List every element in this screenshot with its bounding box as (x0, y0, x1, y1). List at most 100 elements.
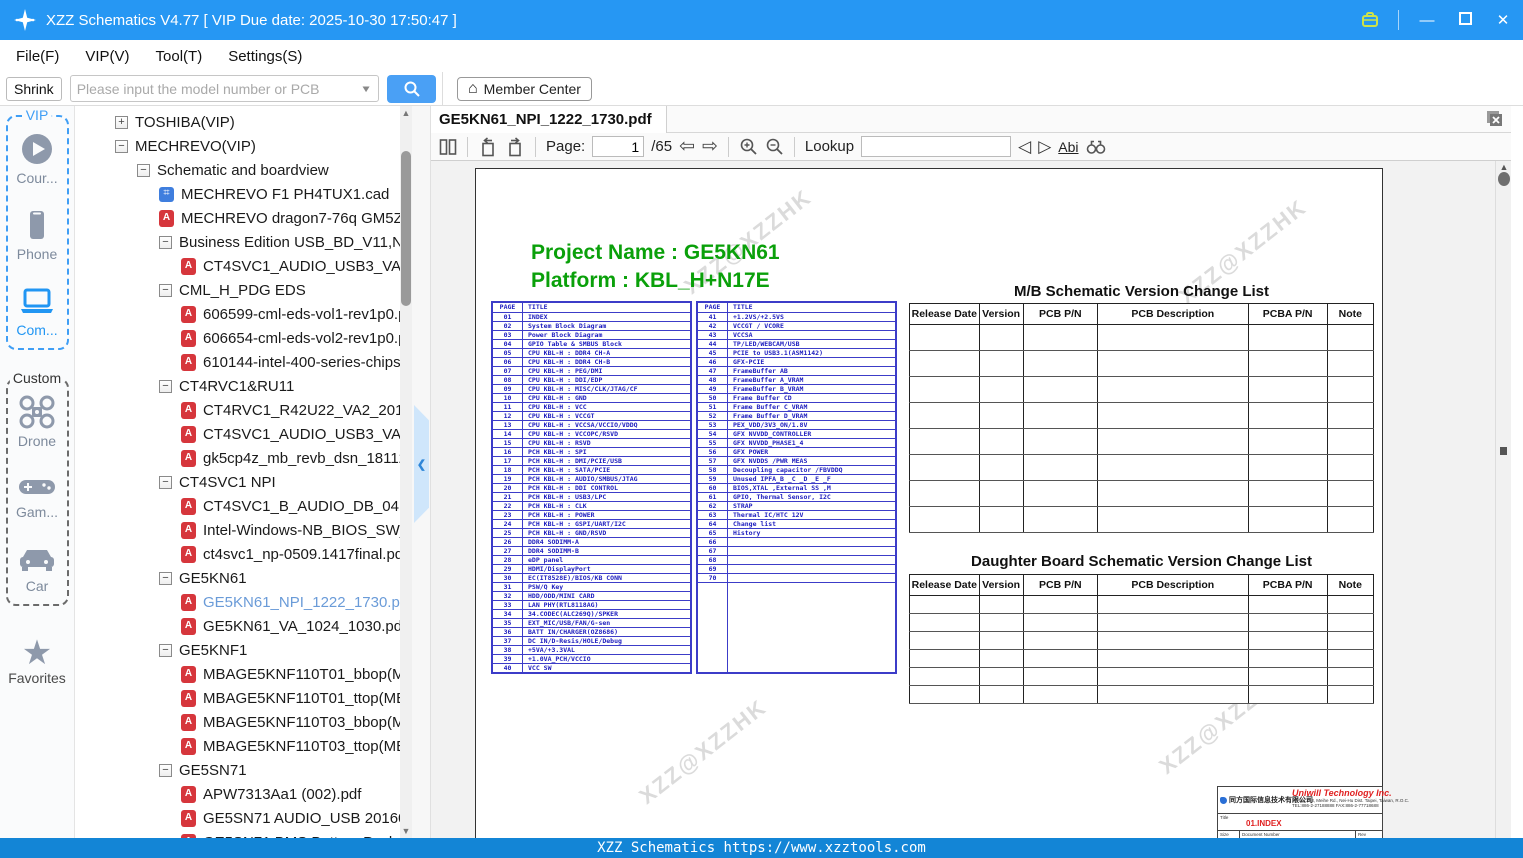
index-page-cell: 48 (698, 376, 728, 384)
zoom-out-icon[interactable] (765, 137, 784, 156)
tree-item[interactable]: 606654-cml-eds-vol2-rev1p0.pd (75, 326, 412, 350)
rail-item-cour[interactable]: Cour... (16, 131, 58, 186)
rail-item-drone[interactable]: Drone (16, 394, 58, 449)
find-next-icon[interactable]: ▷ (1038, 138, 1051, 155)
minimize-button[interactable]: — (1417, 12, 1437, 29)
collapse-icon[interactable]: − (159, 643, 172, 657)
change-table-row (909, 376, 1375, 403)
chevron-down-icon[interactable]: ▼ (360, 83, 372, 94)
tree-item[interactable]: GE5SN71 BMS Battery Pack spe (75, 830, 412, 838)
tree-item[interactable]: 610144-intel-400-series-chipset (75, 350, 412, 374)
zoom-in-icon[interactable] (739, 137, 758, 156)
tree-item[interactable]: APW7313Aa1 (002).pdf (75, 782, 412, 806)
index-page-cell: 68 (698, 556, 728, 564)
next-page-icon[interactable]: ⇨ (702, 137, 718, 156)
tree-folder[interactable]: − CT4SVC1 NPI (75, 470, 412, 494)
rotate-right-icon[interactable] (505, 136, 525, 157)
tree-item[interactable]: CT4SVC1_AUDIO_USB3_VA_2017 (75, 254, 412, 278)
maximize-button[interactable] (1455, 11, 1475, 29)
close-button[interactable]: ✕ (1493, 11, 1513, 29)
find-previous-icon[interactable]: ◁ (1018, 138, 1031, 155)
tree-folder[interactable]: − GE5KN61 (75, 566, 412, 590)
favorites-item[interactable]: ★ Favorites (8, 636, 66, 686)
tree-folder[interactable]: − Schematic and boardview (75, 158, 412, 182)
viewer-scrollbar-thumb[interactable] (1498, 172, 1510, 186)
collapse-icon[interactable]: − (115, 139, 128, 153)
change-table-header: PCB Description (1096, 574, 1249, 596)
tree-folder[interactable]: − GE5KNF1 (75, 638, 412, 662)
scroll-up-icon[interactable]: ▲ (400, 108, 412, 118)
tree-item[interactable]: MECHREVO dragon7-76q GM5ZGX (75, 206, 412, 230)
tree-folder[interactable]: + TOSHIBA(VIP) (75, 110, 412, 134)
rail-item-car[interactable]: Car (16, 543, 58, 594)
tree-item[interactable]: CT4SVC1_AUDIO_USB3_VA_2017 (75, 422, 412, 446)
index-page-cell: PAGE (493, 303, 523, 312)
search-button[interactable] (387, 74, 436, 103)
member-center-button[interactable]: ⌂ Member Center (457, 76, 592, 101)
menu-tool[interactable]: Tool(T) (156, 48, 203, 65)
tree-item[interactable]: GE5KN61_NPI_1222_1730.pdf (75, 590, 412, 614)
close-tab-icon[interactable] (1485, 110, 1503, 128)
shrink-button[interactable]: Shrink (6, 76, 62, 101)
viewer-scroll-up-icon[interactable]: ▲ (1496, 162, 1511, 172)
collapse-icon[interactable]: − (159, 283, 172, 297)
collapse-icon[interactable]: − (159, 235, 172, 249)
menu-settings[interactable]: Settings(S) (228, 48, 302, 65)
binoculars-icon[interactable] (1086, 138, 1106, 156)
tree-item[interactable]: 606599-cml-eds-vol1-rev1p0.pd (75, 302, 412, 326)
model-search-input[interactable] (76, 80, 361, 97)
platform-name: Platform : KBL_H+N17E (531, 269, 770, 292)
tree-item[interactable]: GE5SN71 AUDIO_USB 20160314 (75, 806, 412, 830)
tree-item[interactable]: MBAGE5KNF110T03_bbop(MBA (75, 710, 412, 734)
tree-item[interactable]: MBAGE5KNF110T03_ttop(MBA,( (75, 734, 412, 758)
index-row: 17 PCH KBL-H : DMI/PCIE/USB (493, 457, 690, 466)
collapse-icon[interactable]: − (159, 763, 172, 777)
index-page-cell: 19 (493, 475, 523, 483)
tree-folder[interactable]: − CML_H_PDG EDS (75, 278, 412, 302)
menu-file[interactable]: File(F) (16, 48, 59, 65)
tree-item[interactable]: GE5KN61_VA_1024_1030.pdf (75, 614, 412, 638)
pdf-tab[interactable]: GE5KN61_NPI_1222_1730.pdf (431, 105, 667, 133)
collapse-icon[interactable]: − (159, 379, 172, 393)
tree-item[interactable]: MBAGE5KNF110T01_ttop(MBA,( (75, 686, 412, 710)
index-page-cell: 04 (493, 340, 523, 348)
tree-folder[interactable]: − CT4RVC1&RU11 (75, 374, 412, 398)
rail-item-phone[interactable]: Phone (16, 207, 57, 262)
expand-icon[interactable]: + (115, 115, 128, 129)
tree-item[interactable]: CT4SVC1_B_AUDIO_DB_0419-TV (75, 494, 412, 518)
model-search-combo[interactable]: ▼ (69, 75, 379, 102)
index-row: 32 HDD/ODD/MINI CARD (493, 592, 690, 601)
tree-scrollbar[interactable]: ▲ ▼ (400, 106, 412, 838)
tree-item[interactable]: gk5cp4z_mb_revb_dsn_181126.p (75, 446, 412, 470)
previous-page-icon[interactable]: ⇦ (679, 137, 695, 156)
rail-item-gam[interactable]: Gam... (16, 473, 58, 520)
scroll-down-icon[interactable]: ▼ (400, 826, 412, 836)
page-number-input[interactable] (592, 136, 645, 157)
menu-vip[interactable]: VIP(V) (85, 48, 129, 65)
index-row: 64 Change list (698, 520, 895, 529)
tree-item[interactable]: CT4RVC1_R42U22_VA2_2017122 (75, 398, 412, 422)
tree-item-label: MECHREVO(VIP) (135, 137, 256, 155)
match-case-toggle[interactable]: Abi (1058, 139, 1078, 155)
briefcase-icon[interactable] (1360, 10, 1380, 30)
tree-item[interactable]: MBAGE5KNF110T01_bbop(MBA (75, 662, 412, 686)
tree-folder[interactable]: − GE5SN71 (75, 758, 412, 782)
index-page-cell: 66 (698, 538, 728, 546)
tree-scrollbar-thumb[interactable] (401, 151, 411, 306)
rail-item-com[interactable]: Com... (16, 283, 58, 338)
tree-folder[interactable]: − Business Edition USB_BD_V11,NEW (75, 230, 412, 254)
collapse-icon[interactable]: − (159, 571, 172, 585)
viewer-scrollbar[interactable]: ▲ (1495, 161, 1511, 838)
pdf-canvas[interactable]: XZZ@XZZHK XZZ@XZZHK XZZ@XZZHK XZZ@XZZHK … (431, 161, 1511, 838)
two-page-view-icon[interactable] (439, 138, 457, 156)
tree-item[interactable]: ct4svc1_np-0509.1417final.pdf (75, 542, 412, 566)
lookup-input[interactable] (861, 136, 1012, 157)
rotate-left-icon[interactable] (478, 136, 498, 157)
index-page-cell: 65 (698, 529, 728, 537)
tree-item[interactable]: MECHREVO F1 PH4TUX1.cad (75, 182, 412, 206)
collapse-icon[interactable]: − (159, 475, 172, 489)
collapse-icon[interactable]: − (137, 163, 150, 177)
tree-item[interactable]: Intel-Windows-NB_BIOS_SW_SP (75, 518, 412, 542)
collapse-panel-handle[interactable]: ❮ (414, 405, 429, 523)
tree-folder[interactable]: − MECHREVO(VIP) (75, 134, 412, 158)
